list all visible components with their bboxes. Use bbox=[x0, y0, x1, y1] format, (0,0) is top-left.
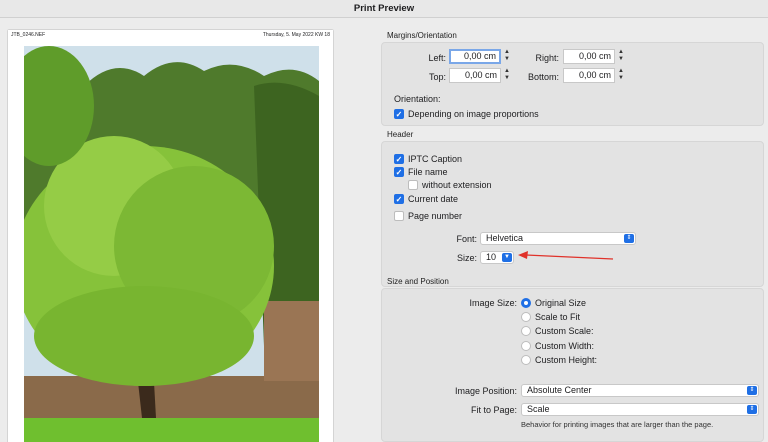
image-position-select[interactable]: Absolute Center ⇕ bbox=[521, 384, 759, 397]
fit-to-page-label: Fit to Page: bbox=[470, 405, 517, 415]
file-name-label: File name bbox=[408, 167, 448, 177]
scale-to-fit-radio[interactable] bbox=[521, 312, 531, 322]
without-extension-label: without extension bbox=[422, 180, 492, 190]
current-date-label: Current date bbox=[408, 194, 459, 204]
custom-scale-radio[interactable] bbox=[521, 326, 531, 336]
left-margin-stepper[interactable]: ▲ ▼ bbox=[503, 49, 511, 64]
chevron-updown-icon: ⇕ bbox=[747, 405, 757, 414]
size-label: Size: bbox=[456, 253, 477, 263]
font-select-value: Helvetica bbox=[486, 233, 524, 243]
fit-to-page-value: Scale bbox=[527, 404, 550, 414]
size-select[interactable]: 10 ▼ bbox=[480, 251, 514, 264]
preview-page: JTB_0246.NEF Thursday, 5. May 2022 KW 18 bbox=[8, 30, 333, 442]
size-select-value: 10 bbox=[486, 252, 497, 262]
image-position-value: Absolute Center bbox=[527, 385, 592, 395]
chevron-updown-icon: ⇕ bbox=[624, 234, 634, 243]
depending-on-proportions-checkbox[interactable]: ✓ bbox=[394, 109, 404, 119]
bottom-margin-field[interactable]: 0,00 cm bbox=[563, 68, 615, 83]
top-margin-field[interactable]: 0,00 cm bbox=[449, 68, 501, 83]
header-section-title: Header bbox=[387, 130, 414, 139]
preview-file-name: JTB_0246.NEF bbox=[11, 32, 46, 38]
custom-scale-label: Custom Scale: bbox=[535, 326, 594, 336]
fit-to-page-note: Behavior for printing images that are la… bbox=[521, 420, 714, 429]
scale-to-fit-label: Scale to Fit bbox=[535, 312, 581, 322]
bottom-label: Bottom: bbox=[527, 72, 559, 82]
chevron-down-icon: ▼ bbox=[502, 253, 512, 262]
margins-box: Left: 0,00 cm ▲ ▼ Right: 0,00 cm ▲ ▼ Top: … bbox=[381, 42, 764, 126]
size-position-section-title: Size and Position bbox=[387, 277, 449, 286]
window-title: Print Preview bbox=[0, 0, 768, 18]
without-extension-checkbox[interactable] bbox=[408, 180, 418, 190]
current-date-checkbox[interactable]: ✓ bbox=[394, 194, 404, 204]
original-size-radio[interactable] bbox=[521, 298, 531, 308]
image-position-label: Image Position: bbox=[454, 386, 517, 396]
annotation-arrow-icon bbox=[518, 251, 614, 260]
left-margin-field[interactable]: 0,00 cm bbox=[449, 49, 501, 64]
settings-panel: Margins/Orientation Left: 0,00 cm ▲ ▼ Rig… bbox=[378, 18, 768, 442]
page-number-checkbox[interactable] bbox=[394, 211, 404, 221]
font-select[interactable]: Helvetica ⇕ bbox=[480, 232, 636, 245]
bottom-margin-stepper[interactable]: ▲ ▼ bbox=[617, 68, 625, 83]
tree-photo-image bbox=[24, 46, 319, 442]
header-box: ✓ IPTC Caption ✓ File name without exten… bbox=[381, 141, 764, 287]
depending-on-proportions-label: Depending on image proportions bbox=[408, 109, 539, 119]
right-label: Right: bbox=[535, 53, 559, 63]
image-size-label: Image Size: bbox=[469, 298, 517, 308]
custom-width-label: Custom Width: bbox=[535, 341, 595, 351]
font-label: Font: bbox=[456, 234, 477, 244]
custom-height-label: Custom Height: bbox=[535, 355, 598, 365]
preview-photo bbox=[24, 46, 319, 442]
right-margin-field[interactable]: 0,00 cm bbox=[563, 49, 615, 64]
print-preview-area: JTB_0246.NEF Thursday, 5. May 2022 KW 18 bbox=[0, 18, 378, 442]
top-margin-stepper[interactable]: ▲ ▼ bbox=[503, 68, 511, 83]
top-label: Top: bbox=[428, 72, 446, 82]
page-number-label: Page number bbox=[408, 211, 463, 221]
right-margin-stepper[interactable]: ▲ ▼ bbox=[617, 49, 625, 64]
margins-section-title: Margins/Orientation bbox=[387, 31, 457, 40]
fit-to-page-select[interactable]: Scale ⇕ bbox=[521, 403, 759, 416]
size-position-box: Image Size: Original Size Scale to Fit C… bbox=[381, 288, 764, 442]
chevron-updown-icon: ⇕ bbox=[747, 386, 757, 395]
original-size-label: Original Size bbox=[535, 298, 587, 308]
iptc-caption-checkbox[interactable]: ✓ bbox=[394, 154, 404, 164]
preview-date: Thursday, 5. May 2022 KW 18 bbox=[262, 32, 330, 38]
left-label: Left: bbox=[428, 53, 446, 63]
custom-height-radio[interactable] bbox=[521, 355, 531, 365]
custom-width-radio[interactable] bbox=[521, 341, 531, 351]
orientation-label: Orientation: bbox=[394, 94, 441, 104]
file-name-checkbox[interactable]: ✓ bbox=[394, 167, 404, 177]
iptc-caption-label: IPTC Caption bbox=[408, 154, 463, 164]
